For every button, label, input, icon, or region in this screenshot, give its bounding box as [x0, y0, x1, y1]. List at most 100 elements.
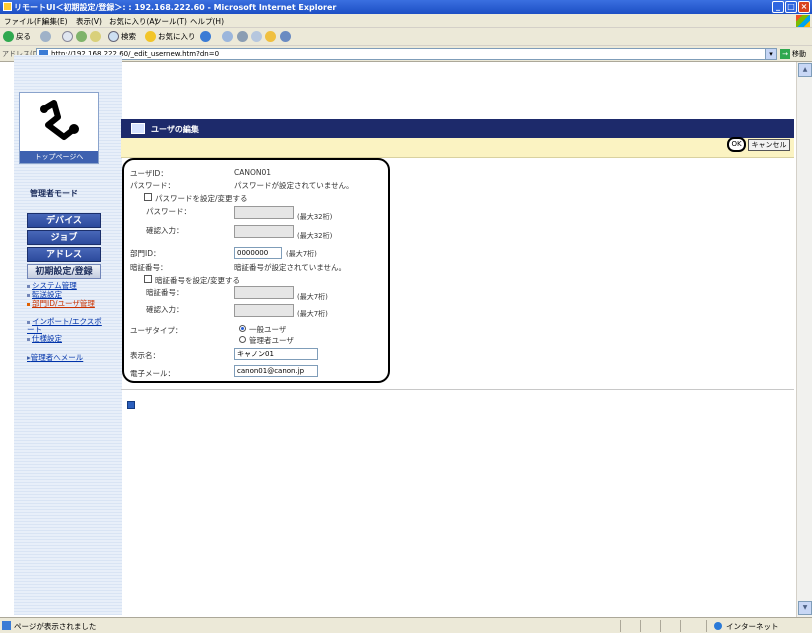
maximize-button[interactable]: □: [785, 1, 797, 13]
forward-arrow-icon[interactable]: [40, 31, 51, 42]
sublink-spec-settings[interactable]: 仕様設定: [27, 335, 62, 343]
user-edit-icon: [131, 123, 145, 134]
search-button[interactable]: 検索: [121, 31, 136, 43]
bullet-icon: [27, 302, 30, 306]
status-separator: [620, 620, 621, 632]
refresh-icon[interactable]: [76, 31, 87, 42]
sublink-import-export[interactable]: インポート/エクスポート: [27, 318, 107, 334]
pin-status: 暗証番号が設定されていません。: [234, 263, 347, 272]
pin-change-label: 暗証番号を設定/変更する: [155, 276, 241, 285]
stop-icon[interactable]: [62, 31, 73, 42]
page-title: ユーザの編集: [151, 125, 199, 134]
menu-help[interactable]: ヘルプ(H): [190, 16, 224, 27]
favorites-button[interactable]: お気に入り: [158, 31, 196, 43]
password-change-checkbox[interactable]: [144, 193, 152, 201]
admin-mode-label: 管理者モード: [30, 189, 78, 198]
password-field-label: パスワード：: [146, 207, 191, 216]
status-separator: [640, 620, 641, 632]
user-id-label: ユーザID：: [130, 169, 168, 178]
pin-input[interactable]: [234, 286, 294, 299]
cancel-button[interactable]: キャンセル: [748, 139, 790, 151]
media-icon[interactable]: [200, 31, 211, 42]
ie-app-icon: [3, 2, 12, 11]
favorites-star-icon[interactable]: [145, 31, 156, 42]
canon-remote-ui-logo-icon: [40, 100, 79, 140]
user-type-admin-radio[interactable]: [239, 336, 246, 343]
scroll-down-icon[interactable]: ▼: [798, 601, 812, 615]
home-icon[interactable]: [90, 31, 101, 42]
page-top-icon[interactable]: [127, 401, 135, 409]
dept-id-input[interactable]: 0000000: [234, 247, 282, 259]
bullet-icon: [27, 337, 30, 341]
mail-admin-link[interactable]: ▸管理者へメール: [27, 352, 83, 363]
nav-device-button[interactable]: デバイス: [27, 213, 101, 228]
edit-icon[interactable]: [251, 31, 262, 42]
nav-address-button[interactable]: アドレス: [27, 247, 101, 262]
bullet-icon: [27, 293, 30, 297]
go-button[interactable]: → 移動: [780, 48, 810, 60]
top-page-logo-link[interactable]: トップページへ: [19, 92, 99, 164]
go-label: 移動: [792, 50, 806, 58]
menu-view[interactable]: 表示(V): [76, 16, 102, 27]
status-text: ページが表示されました: [14, 622, 97, 631]
back-button[interactable]: 戻る: [16, 31, 31, 43]
minimize-button[interactable]: _: [772, 1, 784, 13]
password-label: パスワード：: [130, 181, 175, 190]
pin-change-checkbox[interactable]: [144, 275, 152, 283]
mail-icon[interactable]: [222, 31, 233, 42]
windows-logo-icon: [796, 15, 810, 27]
display-name-input[interactable]: キャノン01: [234, 348, 318, 360]
close-button[interactable]: ×: [798, 1, 810, 13]
menu-file[interactable]: ファイル(F): [4, 16, 44, 27]
address-dropdown-button[interactable]: ▾: [765, 48, 777, 60]
menu-favorites[interactable]: お気に入り(A): [109, 16, 157, 27]
sublink-system-management[interactable]: システム管理: [27, 282, 77, 290]
sublink-label: システム管理: [32, 281, 77, 290]
vertical-scrollbar[interactable]: ▲ ▼: [796, 62, 812, 617]
messenger-icon[interactable]: [280, 31, 291, 42]
email-input[interactable]: canon01@canon.jp: [234, 365, 318, 377]
page-status-icon: [2, 621, 11, 630]
user-type-label: ユーザタイプ：: [130, 326, 183, 335]
menu-edit[interactable]: 編集(E): [42, 16, 68, 27]
nav-settings-button[interactable]: 初期設定/登録: [27, 264, 101, 279]
search-icon[interactable]: [108, 31, 119, 42]
pin-field-label: 暗証番号：: [146, 288, 184, 297]
pin-hint: (最大7桁): [297, 293, 328, 301]
sublink-label: インポート/エクスポート: [27, 317, 102, 334]
scroll-up-icon[interactable]: ▲: [798, 63, 812, 77]
window-title: リモートUI＜初期設定/登録＞: : 192.168.222.60 - Micr…: [14, 3, 337, 12]
password-status: パスワードが設定されていません。: [234, 181, 354, 190]
pin-confirm-input[interactable]: [234, 304, 294, 317]
pin-confirm-hint: (最大7桁): [297, 310, 328, 318]
content-divider: [121, 389, 794, 390]
password-confirm-input[interactable]: [234, 225, 294, 238]
ok-button[interactable]: OK: [727, 137, 746, 152]
zone-text: インターネット: [726, 622, 779, 631]
action-bar: [121, 138, 794, 158]
password-confirm-label: 確認入力：: [146, 226, 184, 235]
back-arrow-icon[interactable]: [3, 31, 14, 42]
sublink-transfer-settings[interactable]: 転送設定: [27, 291, 62, 299]
password-hint: (最大32桁): [297, 213, 333, 221]
dept-id-hint: (最大7桁): [286, 250, 317, 258]
dept-id-label: 部門ID：: [130, 249, 161, 258]
email-label: 電子メール：: [130, 369, 175, 378]
menu-tools[interactable]: ツール(T): [154, 16, 187, 27]
address-input[interactable]: http://192.168.222.60/_edit_usernew.htm?…: [36, 48, 776, 60]
print-icon[interactable]: [237, 31, 248, 42]
user-type-general-radio[interactable]: [239, 325, 246, 332]
page-header: ユーザの編集: [121, 119, 794, 138]
window-title-bar: リモートUI＜初期設定/登録＞: : 192.168.222.60 - Micr…: [0, 0, 812, 14]
sublink-label: 部門ID/ユーザ管理: [32, 299, 95, 308]
go-arrow-icon: →: [780, 49, 790, 59]
top-page-label: トップページへ: [20, 151, 98, 163]
status-separator: [706, 620, 707, 632]
folder-icon[interactable]: [265, 31, 276, 42]
pin-confirm-label: 確認入力：: [146, 305, 184, 314]
status-separator: [660, 620, 661, 632]
nav-job-button[interactable]: ジョブ: [27, 230, 101, 245]
sublink-dept-user-management[interactable]: 部門ID/ユーザ管理: [27, 300, 107, 308]
pin-label: 暗証番号：: [130, 263, 168, 272]
password-input[interactable]: [234, 206, 294, 219]
